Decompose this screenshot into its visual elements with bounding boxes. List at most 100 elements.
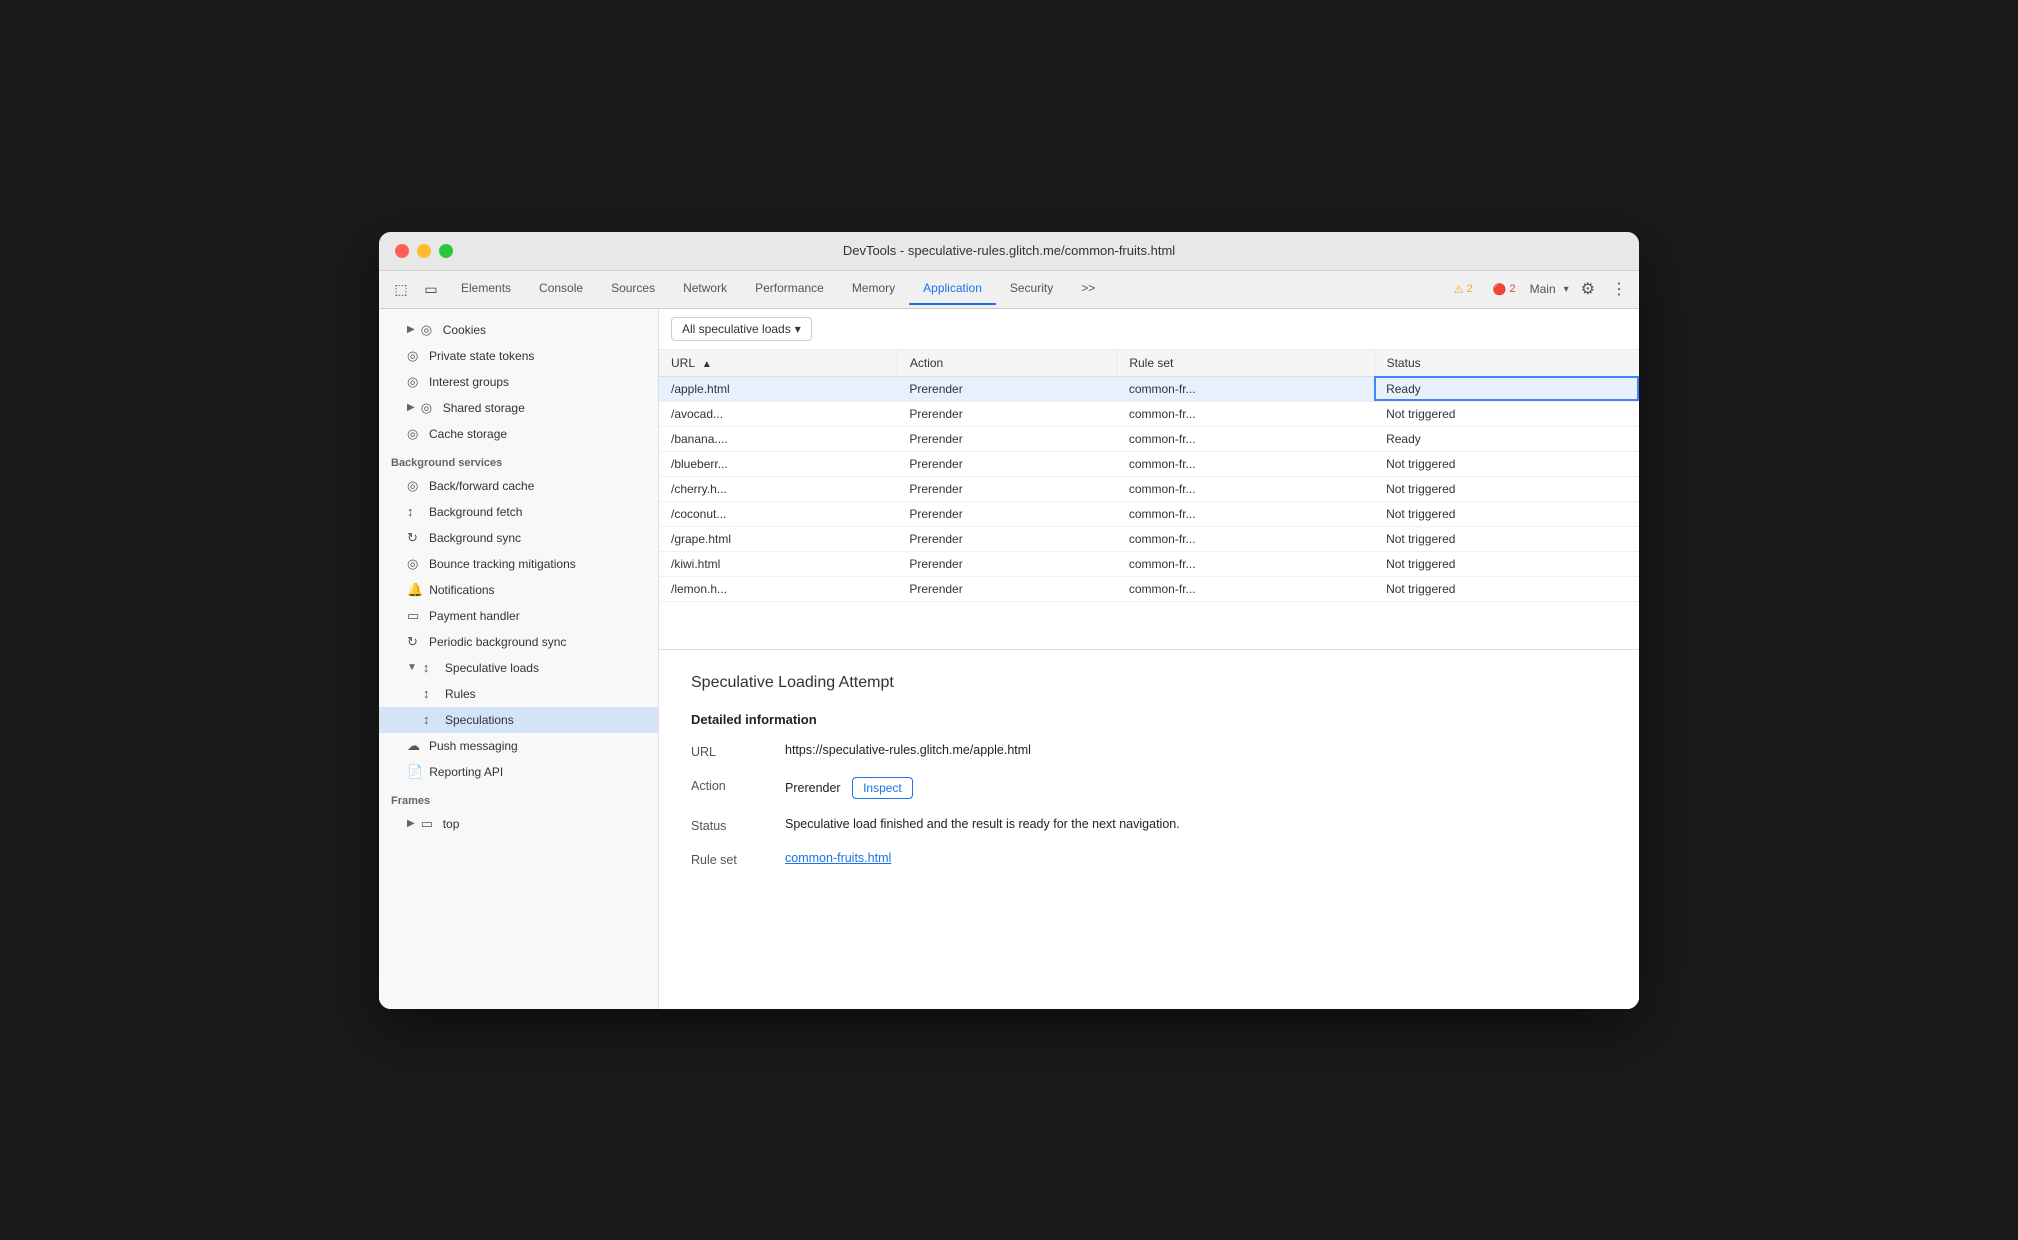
sort-arrow-url: ▲ [702, 359, 712, 370]
settings-icon[interactable]: ⚙ [1577, 275, 1599, 303]
private-state-tokens-icon: ◎ [407, 348, 423, 364]
main-context-label[interactable]: Main [1530, 282, 1556, 296]
inspect-button[interactable]: Inspect [852, 777, 913, 799]
table-row[interactable]: /kiwi.htmlPrerendercommon-fr...Not trigg… [659, 551, 1639, 576]
cell-rule_set-3: common-fr... [1117, 451, 1374, 476]
cell-rule_set-8: common-fr... [1117, 576, 1374, 601]
cell-status-8: Not triggered [1374, 576, 1639, 601]
speculative-loads-table: URL ▲ Action Rule set Status /apple.html… [659, 350, 1639, 602]
tab-console[interactable]: Console [525, 273, 597, 305]
sidebar-label-interest-groups: Interest groups [429, 375, 509, 389]
sidebar-label-rules: Rules [445, 687, 476, 701]
sidebar-label-periodic-background-sync: Periodic background sync [429, 635, 566, 649]
cell-status-6: Not triggered [1374, 526, 1639, 551]
sidebar-item-reporting-api[interactable]: 📄 Reporting API [379, 759, 658, 785]
detail-title: Speculative Loading Attempt [691, 674, 1607, 692]
tab-sources[interactable]: Sources [597, 273, 669, 305]
cell-status-2: Ready [1374, 426, 1639, 451]
cell-action-1: Prerender [897, 401, 1116, 426]
sidebar-label-cache-storage: Cache storage [429, 427, 507, 441]
tab-more[interactable]: >> [1067, 273, 1109, 305]
maximize-button[interactable] [439, 244, 453, 258]
col-rule-set[interactable]: Rule set [1117, 350, 1374, 377]
sidebar-item-interest-groups[interactable]: ◎ Interest groups [379, 369, 658, 395]
tab-elements[interactable]: Elements [447, 273, 525, 305]
cell-action-3: Prerender [897, 451, 1116, 476]
rules-icon: ↕ [423, 686, 439, 701]
table-row[interactable]: /coconut...Prerendercommon-fr...Not trig… [659, 501, 1639, 526]
speculative-loads-icon: ↕ [423, 660, 439, 675]
background-fetch-icon: ↕ [407, 504, 423, 519]
detail-row-rule-set: Rule set common-fruits.html [691, 851, 1607, 867]
sidebar-item-rules[interactable]: ↕ Rules [379, 681, 658, 707]
sidebar-label-background-fetch: Background fetch [429, 505, 522, 519]
tab-network[interactable]: Network [669, 273, 741, 305]
expand-icon: ▶ [407, 402, 415, 413]
tab-application[interactable]: Application [909, 273, 996, 305]
sidebar-label-top: top [443, 817, 460, 831]
table-body: /apple.htmlPrerendercommon-fr...Ready/av… [659, 376, 1639, 601]
more-options-icon[interactable]: ⋮ [1607, 275, 1631, 303]
detail-status-value: Speculative load finished and the result… [785, 817, 1607, 831]
error-badge: 🔴 2 [1487, 281, 1522, 298]
sidebar-label-push-messaging: Push messaging [429, 739, 518, 753]
table-row[interactable]: /grape.htmlPrerendercommon-fr...Not trig… [659, 526, 1639, 551]
context-dropdown-icon[interactable]: ▾ [1564, 284, 1569, 295]
sidebar-item-notifications[interactable]: 🔔 Notifications [379, 577, 658, 603]
col-status[interactable]: Status [1374, 350, 1639, 377]
cell-url-6: /grape.html [659, 526, 897, 551]
shared-storage-icon: ◎ [421, 400, 437, 416]
sidebar-item-payment-handler[interactable]: ▭ Payment handler [379, 603, 658, 629]
content-panel: All speculative loads ▾ URL ▲ Action Rul… [659, 309, 1639, 1009]
tab-security[interactable]: Security [996, 273, 1067, 305]
table-row[interactable]: /blueberr...Prerendercommon-fr...Not tri… [659, 451, 1639, 476]
detail-rule-set-value[interactable]: common-fruits.html [785, 851, 1607, 865]
table-row[interactable]: /avocad...Prerendercommon-fr...Not trigg… [659, 401, 1639, 426]
cell-rule_set-2: common-fr... [1117, 426, 1374, 451]
tab-memory[interactable]: Memory [838, 273, 909, 305]
table-row[interactable]: /lemon.h...Prerendercommon-fr...Not trig… [659, 576, 1639, 601]
devtools-window: DevTools - speculative-rules.glitch.me/c… [379, 232, 1639, 1009]
sidebar-item-speculations[interactable]: ↕ Speculations [379, 707, 658, 733]
sidebar-label-shared-storage: Shared storage [443, 401, 525, 415]
sidebar-item-push-messaging[interactable]: ☁ Push messaging [379, 733, 658, 759]
sidebar-item-bounce-tracking[interactable]: ◎ Bounce tracking mitigations [379, 551, 658, 577]
sidebar-label-speculations: Speculations [445, 713, 514, 727]
close-button[interactable] [395, 244, 409, 258]
sidebar-item-periodic-background-sync[interactable]: ↻ Periodic background sync [379, 629, 658, 655]
cell-url-4: /cherry.h... [659, 476, 897, 501]
cell-action-0: Prerender [897, 376, 1116, 401]
detail-panel: Speculative Loading Attempt Detailed inf… [659, 650, 1639, 1009]
table-row[interactable]: /banana....Prerendercommon-fr...Ready [659, 426, 1639, 451]
sidebar-item-speculative-loads[interactable]: ▼ ↕ Speculative loads [379, 655, 658, 681]
cell-url-3: /blueberr... [659, 451, 897, 476]
tab-performance[interactable]: Performance [741, 273, 838, 305]
sidebar-item-cookies[interactable]: ▶ ◎ Cookies [379, 317, 658, 343]
sidebar-item-background-sync[interactable]: ↻ Background sync [379, 525, 658, 551]
sidebar-label-private-state-tokens: Private state tokens [429, 349, 534, 363]
cell-url-7: /kiwi.html [659, 551, 897, 576]
minimize-button[interactable] [417, 244, 431, 258]
sidebar-item-cache-storage[interactable]: ◎ Cache storage [379, 421, 658, 447]
cell-status-3: Not triggered [1374, 451, 1639, 476]
device-toggle-icon[interactable]: ▭ [417, 275, 445, 303]
select-tool-icon[interactable]: ⬚ [387, 275, 415, 303]
table-row[interactable]: /cherry.h...Prerendercommon-fr...Not tri… [659, 476, 1639, 501]
detail-status-label: Status [691, 817, 761, 833]
col-url[interactable]: URL ▲ [659, 350, 897, 377]
col-action[interactable]: Action [897, 350, 1116, 377]
sidebar-item-back-forward-cache[interactable]: ◎ Back/forward cache [379, 473, 658, 499]
sidebar-label-cookies: Cookies [443, 323, 486, 337]
sidebar-item-private-state-tokens[interactable]: ◎ Private state tokens [379, 343, 658, 369]
cell-action-8: Prerender [897, 576, 1116, 601]
detail-row-url: URL https://speculative-rules.glitch.me/… [691, 743, 1607, 759]
filter-dropdown[interactable]: All speculative loads ▾ [671, 317, 812, 341]
sidebar-item-background-fetch[interactable]: ↕ Background fetch [379, 499, 658, 525]
detail-row-status: Status Speculative load finished and the… [691, 817, 1607, 833]
sidebar: ▶ ◎ Cookies ◎ Private state tokens ◎ Int… [379, 309, 659, 1009]
sidebar-label-reporting-api: Reporting API [429, 765, 503, 779]
sidebar-item-shared-storage[interactable]: ▶ ◎ Shared storage [379, 395, 658, 421]
sidebar-item-top-frame[interactable]: ▶ ▭ top [379, 811, 658, 837]
table-row[interactable]: /apple.htmlPrerendercommon-fr...Ready [659, 376, 1639, 401]
frame-icon: ▭ [421, 816, 437, 832]
